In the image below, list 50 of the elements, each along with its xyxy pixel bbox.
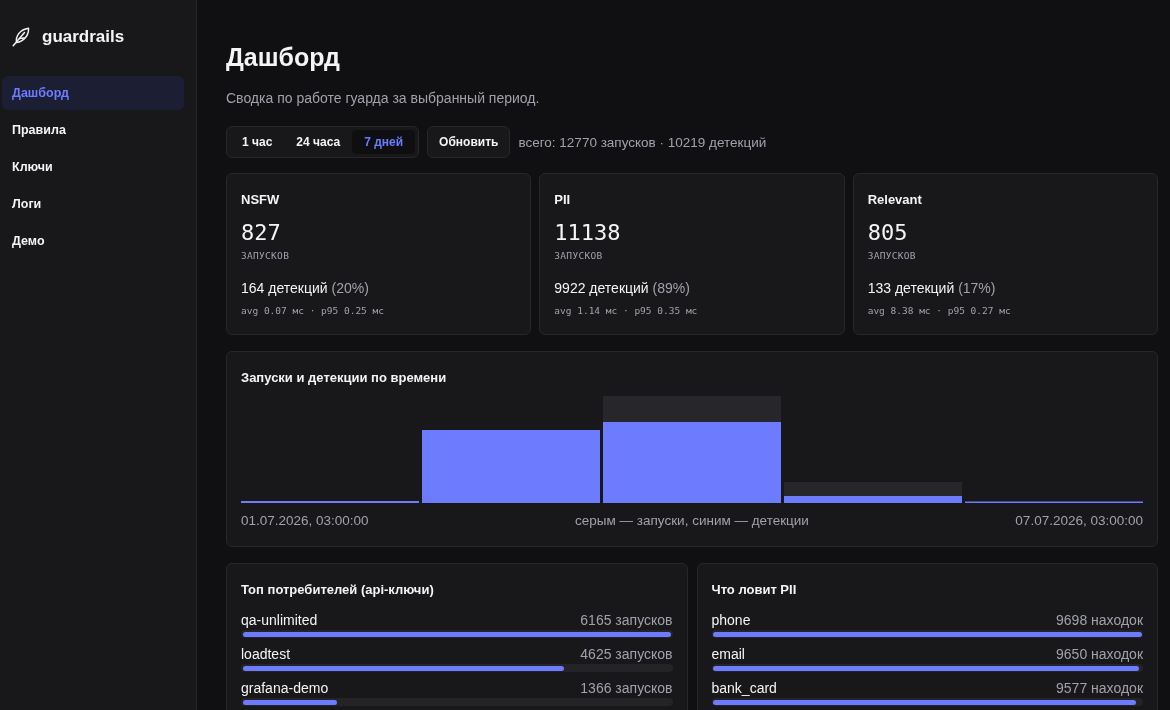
row-name: phone — [711, 611, 751, 629]
period-tab[interactable]: 24 часа — [284, 130, 353, 154]
card-title: Что ловит PII — [711, 581, 798, 599]
row-count: 9650 находок — [1056, 645, 1143, 663]
axis-start-label: 01.07.2026, 03:00:00 — [241, 512, 369, 530]
sidebar-item[interactable]: Дашборд — [2, 76, 184, 110]
page-subtitle: Сводка по работе гуарда за выбранный период. — [226, 89, 541, 107]
row-count: 6165 запусков — [580, 611, 673, 629]
period-tab[interactable]: 1 час — [230, 130, 285, 154]
runs-label: ЗАПУСКОВ — [867, 249, 917, 263]
latency-text: avg 8.38 мс · p95 0.27 мс — [867, 304, 1012, 318]
sidebar-item[interactable]: Правила — [2, 113, 184, 147]
card-title: NSFW — [241, 191, 281, 209]
row-name: bank_card — [711, 679, 777, 697]
card-title: Relevant — [867, 191, 923, 209]
sidebar-item[interactable]: Логи — [2, 187, 184, 221]
runs-label: ЗАПУСКОВ — [241, 249, 291, 263]
card-title: Топ потребителей (api-ключи) — [241, 581, 435, 599]
period-tab[interactable]: 7 дней — [352, 130, 416, 154]
totals-text: всего: 12770 запусков · 10219 детекций — [518, 134, 767, 150]
runs-count: 827 — [241, 220, 282, 246]
axis-end-label: 07.07.2026, 03:00:00 — [1015, 512, 1143, 530]
refresh-button[interactable]: Обновить — [427, 126, 511, 158]
row-name: email — [711, 645, 745, 663]
row-count: 1366 запусков — [580, 679, 673, 697]
chart-legend: серым — запуски, синим — детекции — [575, 512, 809, 530]
latency-text: avg 1.14 мс · p95 0.35 мс — [554, 304, 699, 318]
latency-text: avg 0.07 мс · p95 0.25 мс — [241, 304, 385, 318]
row-name: grafana-demo — [241, 679, 329, 697]
row-count: 9698 находок — [1056, 611, 1143, 629]
sidebar-item[interactable]: Демо — [2, 224, 184, 258]
feather-icon — [12, 27, 30, 47]
card-title: Запуски и детекции по времени — [241, 369, 448, 387]
card-title: PII — [554, 191, 572, 209]
row-name: qa-unlimited — [241, 611, 318, 629]
runs-count: 11138 — [554, 220, 622, 246]
detections-count: 9922 детекций — [554, 280, 649, 296]
detection-share: (17%) — [958, 280, 996, 296]
page-title: Дашборд — [226, 42, 341, 73]
detection-share: (89%) — [652, 280, 690, 296]
row-count: 9577 находок — [1056, 679, 1143, 697]
runs-label: ЗАПУСКОВ — [554, 249, 604, 263]
detections-count: 133 детекций — [867, 280, 955, 296]
detection-share: (20%) — [331, 280, 369, 296]
row-count: 4625 запусков — [580, 645, 673, 663]
row-name: loadtest — [241, 645, 291, 663]
runs-count: 805 — [867, 220, 909, 246]
logo-text: guardrails — [42, 26, 125, 48]
detections-count: 164 детекций — [241, 280, 328, 296]
sidebar-item[interactable]: Ключи — [2, 150, 184, 184]
